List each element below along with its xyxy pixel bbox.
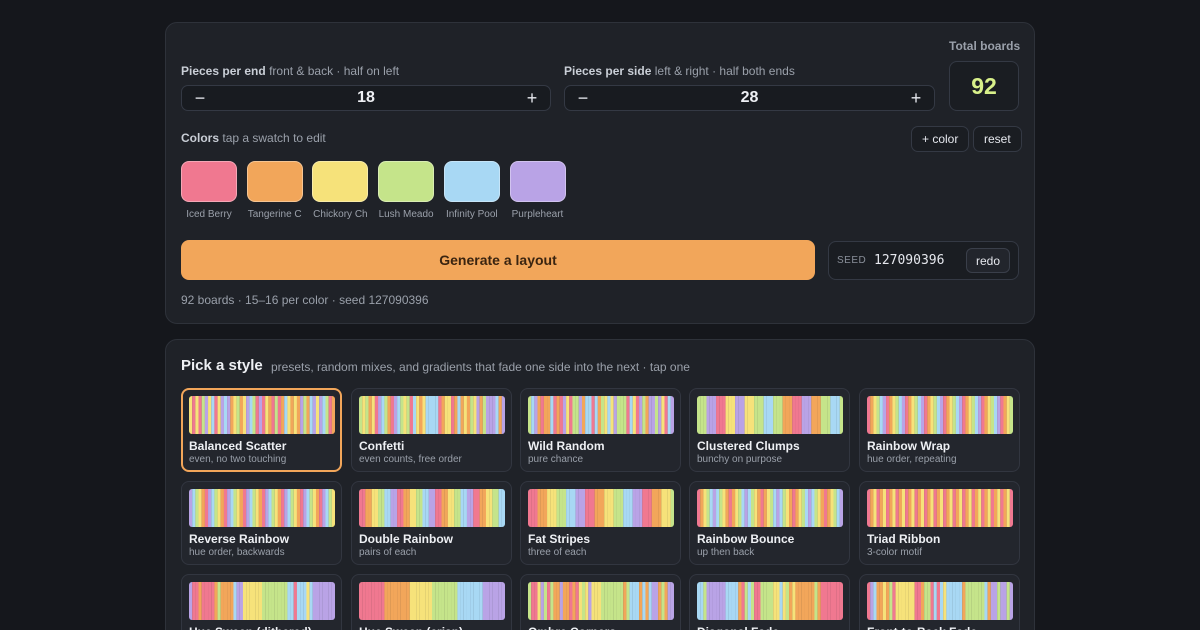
style-card-name: Hue Sweep (crisp) bbox=[359, 625, 463, 630]
style-card[interactable]: Rainbow Bounce up then back bbox=[689, 481, 850, 565]
color-swatch-label: Chickory Ch bbox=[313, 209, 368, 220]
style-card-description: bunchy on purpose bbox=[697, 454, 783, 465]
color-swatch-label: Tangerine C bbox=[247, 209, 302, 220]
style-preview-strip bbox=[359, 396, 505, 434]
style-card[interactable]: Confetti even counts, free order bbox=[351, 388, 512, 472]
style-card-name: Ombre Corners bbox=[528, 625, 616, 630]
style-card[interactable]: Fat Stripes three of each bbox=[520, 481, 681, 565]
style-preview-strip bbox=[189, 489, 335, 527]
style-card[interactable]: Ombre Corners bbox=[520, 574, 681, 630]
seed-box: SEED 127090396 redo bbox=[828, 241, 1019, 280]
style-card-name: Triad Ribbon bbox=[867, 532, 941, 546]
pieces-per-side-value: 28 bbox=[740, 89, 759, 106]
total-boards-label: Total boards bbox=[949, 39, 1021, 53]
style-card-name: Fat Stripes bbox=[528, 532, 591, 546]
color-swatch[interactable] bbox=[312, 161, 369, 202]
seed-value: 127090396 bbox=[874, 253, 945, 268]
color-swatch-label: Iced Berry bbox=[186, 209, 232, 220]
style-card[interactable]: Clustered Clumps bunchy on purpose bbox=[689, 388, 850, 472]
style-preview-strip bbox=[528, 396, 674, 434]
style-preview-strip bbox=[189, 582, 335, 620]
style-card-description: pairs of each bbox=[359, 547, 417, 558]
style-preview-strip bbox=[189, 396, 335, 434]
style-card[interactable]: Hue Sweep (dithered) bbox=[181, 574, 342, 630]
style-preview-strip bbox=[528, 489, 674, 527]
redo-button[interactable]: redo bbox=[965, 248, 1010, 273]
color-swatch[interactable] bbox=[378, 161, 435, 202]
color-swatch-label: Lush Meado bbox=[378, 209, 434, 220]
style-preview-strip bbox=[359, 582, 505, 620]
decrement-ends-button[interactable]: − bbox=[193, 89, 207, 107]
style-card-name: Clustered Clumps bbox=[697, 439, 800, 453]
style-card-name: Wild Random bbox=[528, 439, 605, 453]
style-card-name: Confetti bbox=[359, 439, 405, 453]
style-card-description: even counts, free order bbox=[359, 454, 462, 465]
style-card-name: Front-to-Back Fade bbox=[867, 625, 977, 630]
style-picker-panel: Pick a style presets, random mixes, and … bbox=[165, 339, 1035, 630]
style-preview-strip bbox=[697, 489, 843, 527]
style-card-name: Rainbow Bounce bbox=[697, 532, 795, 546]
style-preview-strip bbox=[528, 582, 674, 620]
add-color-button[interactable]: + color bbox=[911, 126, 970, 152]
style-card-description: 3-color motif bbox=[867, 547, 923, 558]
style-card-name: Reverse Rainbow bbox=[189, 532, 290, 546]
style-card-description: three of each bbox=[528, 547, 587, 558]
style-card[interactable]: Hue Sweep (crisp) bbox=[351, 574, 512, 630]
style-card[interactable]: Rainbow Wrap hue order, repeating bbox=[859, 388, 1020, 472]
style-card-name: Double Rainbow bbox=[359, 532, 453, 546]
increment-ends-button[interactable]: + bbox=[525, 89, 539, 107]
pieces-per-end-label: Pieces per end front & back · half on le… bbox=[181, 64, 400, 78]
colors-label: Colors tap a swatch to edit bbox=[181, 131, 326, 145]
style-card-name: Balanced Scatter bbox=[189, 439, 287, 453]
increment-sides-button[interactable]: + bbox=[909, 89, 923, 107]
style-card-name: Hue Sweep (dithered) bbox=[189, 625, 312, 630]
style-preview-strip bbox=[867, 582, 1013, 620]
pieces-per-side-label: Pieces per side left & right · half both… bbox=[564, 64, 795, 78]
color-swatch[interactable] bbox=[181, 161, 237, 202]
layout-summary: 92 boards · 15–16 per color · seed 12709… bbox=[181, 293, 429, 307]
style-card-description: hue order, repeating bbox=[867, 454, 957, 465]
style-card-description: even, no two touching bbox=[189, 454, 287, 465]
style-card-description: pure chance bbox=[528, 454, 584, 465]
style-card-name: Rainbow Wrap bbox=[867, 439, 951, 453]
color-swatch[interactable] bbox=[246, 161, 303, 202]
generate-layout-button[interactable]: Generate a layout bbox=[181, 240, 815, 280]
style-preview-strip bbox=[867, 489, 1013, 527]
color-swatch-label: Infinity Pool bbox=[445, 209, 498, 220]
style-card[interactable]: Front-to-Back Fade bbox=[859, 574, 1020, 630]
style-card-description: up then back bbox=[697, 547, 755, 558]
color-swatch-label: Purpleheart bbox=[511, 209, 564, 220]
style-card[interactable]: Wild Random pure chance bbox=[520, 388, 681, 472]
total-boards-value: 92 bbox=[949, 61, 1019, 111]
pieces-per-end-stepper[interactable]: − 18 + bbox=[181, 85, 551, 111]
style-card-description: hue order, backwards bbox=[189, 547, 285, 558]
style-card[interactable]: Double Rainbow pairs of each bbox=[351, 481, 512, 565]
color-swatch[interactable] bbox=[443, 161, 500, 202]
style-picker-subtitle: presets, random mixes, and gradients tha… bbox=[271, 360, 690, 374]
seed-label: SEED bbox=[837, 255, 867, 266]
decrement-sides-button[interactable]: − bbox=[576, 89, 590, 107]
pieces-per-end-value: 18 bbox=[357, 89, 375, 106]
style-card[interactable]: Triad Ribbon 3-color motif bbox=[859, 481, 1020, 565]
color-swatch[interactable] bbox=[509, 161, 566, 202]
style-preview-strip bbox=[697, 582, 843, 620]
style-preview-strip bbox=[867, 396, 1013, 434]
style-preview-strip bbox=[697, 396, 843, 434]
pieces-per-side-stepper[interactable]: − 28 + bbox=[564, 85, 935, 111]
board-config-panel: Pieces per end front & back · half on le… bbox=[165, 22, 1035, 324]
style-card[interactable]: Balanced Scatter even, no two touching bbox=[181, 388, 342, 472]
style-card[interactable]: Reverse Rainbow hue order, backwards bbox=[181, 481, 342, 565]
style-card[interactable]: Diagonal Fade bbox=[689, 574, 850, 630]
reset-colors-button[interactable]: reset bbox=[973, 126, 1022, 152]
style-picker-title: Pick a style bbox=[181, 357, 263, 374]
style-preview-strip bbox=[359, 489, 505, 527]
style-card-name: Diagonal Fade bbox=[697, 625, 779, 630]
